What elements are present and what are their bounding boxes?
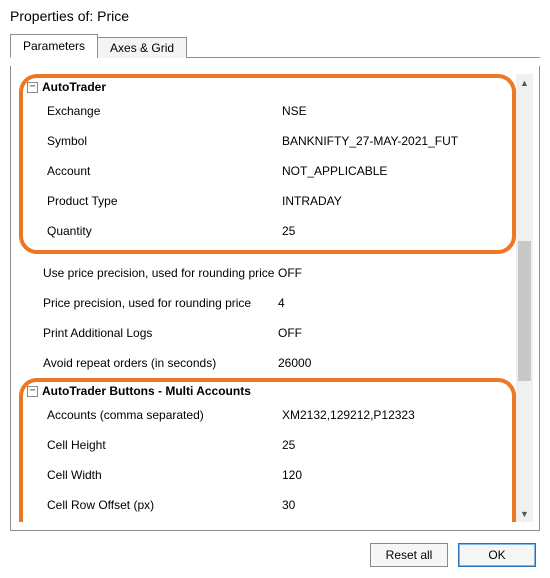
dialog-buttons: Reset all OK — [0, 531, 550, 567]
reset-all-button[interactable]: Reset all — [370, 543, 448, 567]
scroll-track[interactable] — [516, 91, 533, 505]
row-cell-width[interactable]: Cell Width 120 — [27, 460, 508, 490]
highlight-autotrader: − AutoTrader Exchange NSE Symbol BANKNIF… — [19, 74, 516, 254]
label: Use price precision, used for rounding p… — [43, 266, 278, 280]
properties-list: − AutoTrader Exchange NSE Symbol BANKNIF… — [19, 74, 516, 522]
label: Quantity — [47, 224, 282, 238]
group-header-buttons[interactable]: − AutoTrader Buttons - Multi Accounts — [27, 382, 508, 400]
row-quantity[interactable]: Quantity 25 — [27, 216, 508, 246]
value[interactable]: 25 — [282, 438, 508, 452]
value[interactable]: OFF — [278, 266, 512, 280]
label: Cell Row Offset (px) — [47, 498, 282, 512]
row-cell-row-offset[interactable]: Cell Row Offset (px) 30 — [27, 490, 508, 520]
row-exchange[interactable]: Exchange NSE — [27, 96, 508, 126]
row-use-price-precision[interactable]: Use price precision, used for rounding p… — [23, 258, 512, 288]
group-title: AutoTrader — [42, 80, 106, 94]
rows-misc: Use price precision, used for rounding p… — [19, 258, 516, 378]
value[interactable]: 30 — [282, 498, 508, 512]
value[interactable]: BANKNIFTY_27-MAY-2021_FUT — [282, 134, 508, 148]
row-print-logs[interactable]: Print Additional Logs OFF — [23, 318, 512, 348]
highlight-multi-accounts: − AutoTrader Buttons - Multi Accounts Ac… — [19, 378, 516, 522]
row-symbol[interactable]: Symbol BANKNIFTY_27-MAY-2021_FUT — [27, 126, 508, 156]
row-price-precision[interactable]: Price precision, used for rounding price… — [23, 288, 512, 318]
tab-strip: Parameters Axes & Grid — [0, 28, 550, 58]
chevron-down-icon: ▼ — [520, 509, 529, 519]
scroll-down-button[interactable]: ▼ — [516, 505, 533, 522]
dialog-title: Properties of: Price — [0, 0, 550, 28]
value[interactable]: 120 — [282, 468, 508, 482]
scroll-area: − AutoTrader Exchange NSE Symbol BANKNIF… — [19, 74, 533, 522]
value[interactable]: 4 — [278, 296, 512, 310]
value[interactable]: 25 — [282, 224, 508, 238]
properties-dialog: Properties of: Price Parameters Axes & G… — [0, 0, 550, 578]
label: Cell Height — [47, 438, 282, 452]
tab-parameters[interactable]: Parameters — [10, 34, 98, 58]
value[interactable]: INTRADAY — [282, 194, 508, 208]
row-cell-col-offset[interactable]: Cell Column Offset (px) 20 — [27, 520, 508, 522]
group-autotrader: − AutoTrader Exchange NSE Symbol BANKNIF… — [27, 78, 508, 246]
label: Print Additional Logs — [43, 326, 278, 340]
group-autotrader-buttons: − AutoTrader Buttons - Multi Accounts Ac… — [27, 382, 508, 522]
collapse-icon[interactable]: − — [27, 386, 38, 397]
chevron-up-icon: ▲ — [520, 78, 529, 88]
value[interactable]: OFF — [278, 326, 512, 340]
scroll-thumb[interactable] — [518, 241, 531, 381]
row-avoid-repeat[interactable]: Avoid repeat orders (in seconds) 26000 — [23, 348, 512, 378]
row-cell-height[interactable]: Cell Height 25 — [27, 430, 508, 460]
vertical-scrollbar[interactable]: ▲ ▼ — [516, 74, 533, 522]
label: Exchange — [47, 104, 282, 118]
value[interactable]: XM2132,129212,P12323 — [282, 408, 508, 422]
title-prefix: Properties of: — [10, 8, 97, 24]
row-product-type[interactable]: Product Type INTRADAY — [27, 186, 508, 216]
scroll-up-button[interactable]: ▲ — [516, 74, 533, 91]
ok-button[interactable]: OK — [458, 543, 536, 567]
label: Accounts (comma separated) — [47, 408, 282, 422]
group-title: AutoTrader Buttons - Multi Accounts — [42, 384, 251, 398]
row-account[interactable]: Account NOT_APPLICABLE — [27, 156, 508, 186]
label: Cell Width — [47, 468, 282, 482]
group-header-autotrader[interactable]: − AutoTrader — [27, 78, 508, 96]
label: Account — [47, 164, 282, 178]
row-accounts[interactable]: Accounts (comma separated) XM2132,129212… — [27, 400, 508, 430]
value[interactable]: NSE — [282, 104, 508, 118]
title-subject: Price — [97, 8, 129, 24]
collapse-icon[interactable]: − — [27, 82, 38, 93]
tab-panel: − AutoTrader Exchange NSE Symbol BANKNIF… — [10, 66, 540, 531]
value[interactable]: NOT_APPLICABLE — [282, 164, 508, 178]
value[interactable]: 26000 — [278, 356, 512, 370]
label: Price precision, used for rounding price — [43, 296, 278, 310]
label: Symbol — [47, 134, 282, 148]
label: Avoid repeat orders (in seconds) — [43, 356, 278, 370]
tab-axes-grid[interactable]: Axes & Grid — [97, 37, 187, 58]
label: Product Type — [47, 194, 282, 208]
